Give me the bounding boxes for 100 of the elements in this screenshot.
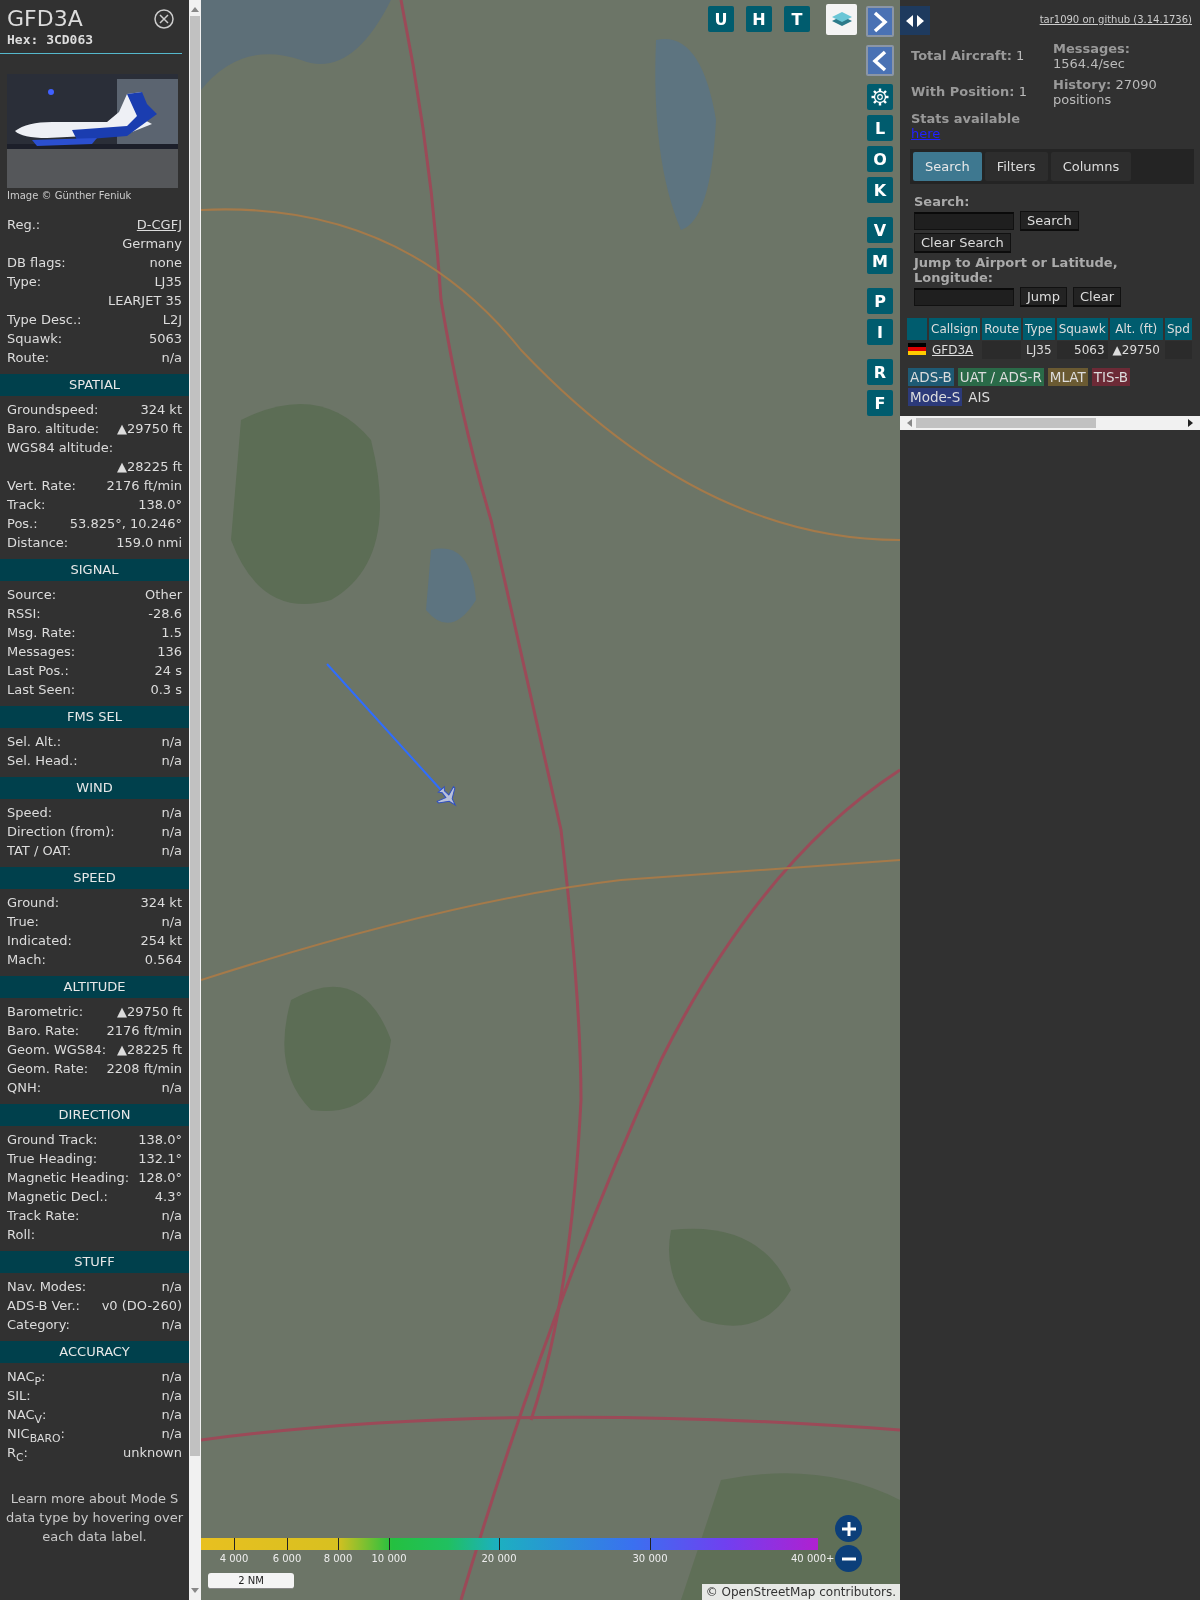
map-button[interactable]: M bbox=[867, 248, 893, 274]
column-header[interactable]: Type bbox=[1023, 318, 1055, 340]
field-label: Sel. Head.: bbox=[7, 752, 78, 770]
table-cell: ▲29750 bbox=[1112, 343, 1160, 357]
map-button[interactable]: K bbox=[867, 177, 893, 203]
altitude-label: 20 000 bbox=[481, 1553, 517, 1564]
search-field[interactable] bbox=[914, 212, 1014, 230]
field-value: ▲28225 ft bbox=[117, 458, 182, 476]
field-value: L2J bbox=[162, 311, 182, 329]
previous-button[interactable] bbox=[866, 45, 894, 76]
column-header[interactable]: Callsign bbox=[929, 318, 981, 340]
horizontal-scrollbar[interactable] bbox=[900, 416, 1200, 430]
field-label: Type: bbox=[7, 273, 42, 291]
field-value: 5063 bbox=[148, 330, 182, 348]
field-value: n/a bbox=[161, 349, 182, 367]
scroll-down-icon[interactable] bbox=[191, 1588, 199, 1594]
field-value: -28.6 bbox=[148, 605, 182, 623]
map-button[interactable]: U bbox=[708, 6, 734, 32]
field-label: R$_{C}$: bbox=[7, 1444, 28, 1462]
field-value: 159.0 nmi bbox=[116, 534, 182, 552]
clear-button[interactable]: Clear bbox=[1073, 287, 1121, 307]
scale-bar: 2 NM bbox=[208, 1573, 294, 1589]
field-value: LEARJET 35 bbox=[107, 292, 182, 310]
field-label: Distance: bbox=[7, 534, 69, 552]
field-value: 0.564 bbox=[144, 951, 182, 969]
tab[interactable]: Columns bbox=[1050, 152, 1132, 181]
field-value: 2176 ft/min bbox=[106, 1022, 182, 1040]
section-header: FMS SEL bbox=[0, 706, 189, 728]
column-header[interactable]: Route bbox=[982, 318, 1022, 340]
source-badge: ADS-B bbox=[908, 368, 954, 386]
jump-label: Jump to Airport or Latitude, Longitude: bbox=[914, 255, 1119, 285]
registration-link[interactable]: D-CGFJ bbox=[136, 215, 182, 234]
field-label: SIL: bbox=[7, 1387, 31, 1405]
tab[interactable]: Search bbox=[913, 152, 982, 181]
field-value: 128.0° bbox=[138, 1169, 182, 1187]
field-value: 136 bbox=[157, 643, 182, 661]
scrollbar-thumb[interactable] bbox=[916, 418, 1096, 428]
stat-text: With Position: 1 bbox=[911, 83, 1028, 101]
column-header[interactable]: Spd bbox=[1165, 318, 1192, 340]
map-button[interactable]: F bbox=[867, 390, 893, 416]
map-button[interactable]: L bbox=[867, 115, 893, 141]
column-header[interactable]: Alt. (ft) bbox=[1109, 318, 1163, 340]
scrollbar[interactable] bbox=[189, 0, 201, 1600]
field-value: 2176 ft/min bbox=[106, 477, 182, 495]
source-badge: MLAT bbox=[1047, 368, 1088, 386]
field-label: Last Pos.: bbox=[7, 662, 69, 680]
settings-button[interactable] bbox=[867, 84, 893, 110]
field-label: Magnetic Heading: bbox=[7, 1169, 130, 1187]
map-button[interactable]: H bbox=[746, 6, 772, 32]
scrollbar-thumb[interactable] bbox=[190, 16, 200, 1456]
field-label: TAT / OAT: bbox=[7, 842, 72, 860]
layers-button[interactable] bbox=[826, 4, 857, 35]
next-button[interactable] bbox=[866, 6, 894, 37]
close-icon[interactable] bbox=[154, 9, 174, 29]
section-header: ALTITUDE bbox=[0, 976, 189, 998]
hex-code: Hex: 3CD063 bbox=[7, 32, 94, 47]
clear-search-button[interactable]: Clear Search bbox=[914, 233, 1011, 253]
map-attribution: © OpenStreetMap contributors. bbox=[701, 1584, 900, 1600]
map-button[interactable]: R bbox=[867, 359, 893, 385]
map-button[interactable]: O bbox=[867, 146, 893, 172]
map-button[interactable]: V bbox=[867, 217, 893, 243]
field-label: QNH: bbox=[7, 1079, 42, 1097]
version-link[interactable]: tar1090 on github (3.14.1736) bbox=[1039, 14, 1192, 25]
table-cell: 5063 bbox=[1074, 343, 1105, 357]
field-value: ▲28225 ft bbox=[117, 1041, 182, 1059]
tab[interactable]: Filters bbox=[984, 152, 1048, 181]
map-button[interactable]: T bbox=[784, 6, 810, 32]
map-button[interactable]: P bbox=[867, 288, 893, 314]
section-header: DIRECTION bbox=[0, 1104, 189, 1126]
attribution-link[interactable]: OpenStreetMap bbox=[721, 1585, 816, 1599]
scroll-right-icon[interactable] bbox=[1188, 419, 1194, 427]
panel-toggle-button[interactable] bbox=[900, 6, 930, 35]
field-value: unknown bbox=[122, 1444, 182, 1462]
field-label: Last Seen: bbox=[7, 681, 76, 699]
field-value: n/a bbox=[161, 1387, 182, 1405]
callsign-link[interactable]: GFD3A bbox=[932, 343, 974, 357]
field-value: 132.1° bbox=[138, 1150, 182, 1168]
field-value: Germany bbox=[122, 235, 182, 253]
search-button[interactable]: Search bbox=[1020, 211, 1079, 231]
jump-field[interactable] bbox=[914, 288, 1014, 306]
table-cell: LJ35 bbox=[1026, 343, 1052, 357]
field-label: Vert. Rate: bbox=[7, 477, 76, 495]
scroll-up-icon[interactable] bbox=[191, 6, 199, 12]
field-value: n/a bbox=[161, 752, 182, 770]
field-label: Msg. Rate: bbox=[7, 624, 76, 642]
field-value: n/a bbox=[161, 1278, 182, 1296]
field-value: 138.0° bbox=[138, 1131, 182, 1149]
field-label: Messages: bbox=[7, 643, 76, 661]
jump-button[interactable]: Jump bbox=[1020, 287, 1067, 307]
field-value: 0.3 s bbox=[150, 681, 182, 699]
stat-text: Messages: 1564.4/sec bbox=[1053, 41, 1132, 71]
field-value: none bbox=[149, 254, 182, 272]
chevron-left-icon bbox=[872, 49, 888, 72]
scroll-left-icon[interactable] bbox=[906, 419, 912, 427]
map-button[interactable]: I bbox=[867, 319, 893, 345]
column-header[interactable]: Squawk bbox=[1056, 318, 1108, 340]
source-badge: TIS-B bbox=[1091, 368, 1131, 386]
section-header: SPEED bbox=[0, 867, 189, 889]
field-label: Roll: bbox=[7, 1226, 35, 1244]
settings-icon bbox=[871, 88, 889, 106]
